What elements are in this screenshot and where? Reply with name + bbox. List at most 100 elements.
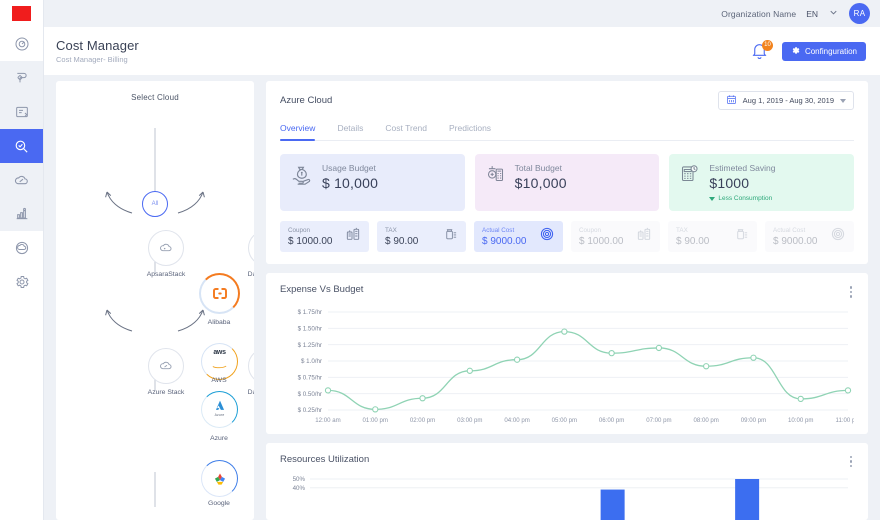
cloud-node-all-label: All bbox=[151, 201, 159, 207]
deploy-icon bbox=[14, 70, 30, 86]
expense-chart-title: Expense Vs Budget bbox=[280, 284, 364, 295]
kpi-total-budget[interactable]: Total Budget $10,000 bbox=[474, 154, 660, 211]
page-header-left: Cost Manager Cost Manager- Billing bbox=[56, 38, 139, 64]
cloud-name: Azure Cloud bbox=[280, 95, 333, 106]
chip-value: $ 9000.00 bbox=[773, 235, 818, 247]
svg-text:06:00 pm: 06:00 pm bbox=[599, 417, 624, 424]
sidebar-item-cost-manager[interactable] bbox=[0, 129, 43, 163]
settings-gear-icon bbox=[14, 274, 30, 290]
tax-icon bbox=[734, 226, 749, 247]
coupon-icon bbox=[345, 226, 361, 247]
cost-search-icon bbox=[13, 138, 30, 155]
chip-value: $ 90.00 bbox=[676, 235, 710, 247]
tab-details[interactable]: Details bbox=[337, 123, 363, 133]
svg-text:40%: 40% bbox=[293, 485, 306, 492]
chip-label: Actual Cost bbox=[773, 226, 806, 234]
language-selector[interactable]: EN bbox=[806, 9, 818, 19]
cloud-node-azurestack-label: Azure Stack bbox=[147, 389, 185, 396]
cloud-node-google-label: Google bbox=[208, 500, 230, 507]
kpi-cards: Usage Budget $ 10,000 Total Budget $10,0… bbox=[280, 154, 855, 211]
triangle-down-icon bbox=[709, 196, 716, 201]
cloud-node-azure-label: Azure bbox=[210, 435, 228, 442]
cloud-icon bbox=[13, 172, 30, 189]
expense-chart-plot: $ 0.25/hr $ 0.50/hr $ 0.75/hr $ 1.0/hr $ 1.2… bbox=[280, 306, 854, 426]
cloud-node-alibaba[interactable] bbox=[199, 273, 240, 314]
cloud-node-apsarastack[interactable] bbox=[148, 230, 184, 266]
cost-coin-icon bbox=[830, 226, 846, 247]
app-logo[interactable] bbox=[0, 0, 43, 27]
sidebar-item-dashboard[interactable] bbox=[0, 27, 43, 61]
kpi-label: Estimeted Saving bbox=[709, 163, 776, 173]
chevron-down-icon bbox=[840, 98, 846, 103]
kpi-estimated-saving[interactable]: Estimeted Saving $1000 Less Consumption bbox=[669, 154, 855, 211]
chip-value: $ 90.00 bbox=[385, 235, 419, 247]
configuration-button[interactable]: Confinguration bbox=[781, 41, 866, 61]
kpi-total-budget-text: Total Budget $10,000 bbox=[515, 163, 567, 191]
svg-text:09:00 pm: 09:00 pm bbox=[741, 417, 766, 424]
avatar[interactable]: RA bbox=[849, 3, 870, 24]
sidebar-item-cloud[interactable] bbox=[0, 163, 43, 197]
google-cloud-logo-icon bbox=[214, 472, 225, 485]
chip-coupon[interactable]: Coupon $ 1000.00 bbox=[280, 221, 369, 252]
svg-text:$ 1.50/hr: $ 1.50/hr bbox=[298, 325, 322, 332]
resources-chart-header: Resources Utilization bbox=[280, 454, 854, 470]
svg-text:50%: 50% bbox=[293, 476, 306, 483]
notifications-button[interactable]: 10 bbox=[750, 39, 773, 62]
kpi-value: $10,000 bbox=[514, 175, 567, 191]
svg-text:$ 0.25/hr: $ 0.25/hr bbox=[298, 407, 322, 414]
cloud-selector-panel: Select Cloud All ApsaraStack D Alibaba A… bbox=[56, 81, 254, 520]
page-header-right: 10 Confinguration bbox=[750, 39, 866, 62]
cloud-node-all[interactable]: All bbox=[142, 191, 168, 217]
chip-text: TAX $ 90.00 bbox=[676, 227, 709, 247]
resources-chart-title: Resources Utilization bbox=[280, 453, 370, 465]
logo-mark bbox=[12, 6, 31, 21]
overview-header: Azure Cloud Aug 1, 2019 - Aug 30, 2019 bbox=[280, 91, 854, 110]
cloud-node-aws[interactable]: aws bbox=[201, 343, 238, 380]
kebab-menu-icon[interactable] bbox=[848, 284, 855, 300]
cloud-node-datacenter-2-label: Data Center bbox=[247, 389, 254, 396]
chip-value: $ 1000.00 bbox=[288, 235, 333, 247]
cloud-node-azurestack[interactable] bbox=[148, 348, 184, 384]
calendar-icon bbox=[726, 94, 737, 107]
chip-text: TAX $ 90.00 bbox=[385, 227, 418, 247]
chip-text: Coupon $ 1000.00 bbox=[288, 227, 333, 247]
cloud-node-datacenter-1-label: Data Center bbox=[247, 271, 254, 278]
calculator-clock-icon bbox=[679, 163, 700, 189]
sidebar-item-backup[interactable] bbox=[0, 231, 43, 265]
expense-chart-header: Expense Vs Budget bbox=[280, 284, 854, 300]
kpi-usage-budget[interactable]: Usage Budget $ 10,000 bbox=[280, 154, 465, 211]
chip-actual-cost[interactable]: Actual Cost $ 9000.00 bbox=[474, 221, 563, 252]
chip-tax[interactable]: TAX $ 90.00 bbox=[377, 221, 466, 252]
left-nav-rail bbox=[0, 0, 44, 520]
kpi-label: Total Budget bbox=[514, 163, 562, 173]
app-root: Organization Name EN RA Cost Manager Cos… bbox=[0, 0, 880, 520]
sidebar-item-deploy[interactable] bbox=[0, 61, 43, 95]
sidebar-item-analytics[interactable] bbox=[0, 197, 43, 231]
organization-name: Organization Name bbox=[721, 8, 797, 19]
date-range-picker[interactable]: Aug 1, 2019 - Aug 30, 2019 bbox=[717, 91, 854, 110]
chip-label: Actual Cost bbox=[482, 226, 515, 234]
dashboard-icon bbox=[14, 36, 30, 52]
tab-predictions[interactable]: Predictions bbox=[449, 123, 491, 133]
cost-chips: Coupon $ 1000.00 TAX $ 90.00 Actual Cost… bbox=[280, 221, 854, 252]
chevron-down-icon[interactable] bbox=[828, 5, 839, 23]
kpi-label: Usage Budget bbox=[322, 163, 376, 173]
chip-text: Actual Cost $ 9000.00 bbox=[773, 227, 818, 247]
sidebar-item-settings[interactable] bbox=[0, 265, 43, 299]
sidebar-item-reports[interactable] bbox=[0, 95, 43, 129]
kebab-menu-icon[interactable] bbox=[848, 454, 855, 470]
tab-overview[interactable]: Overview bbox=[280, 123, 316, 141]
cloud-node-apsarastack-label: ApsaraStack bbox=[146, 271, 186, 278]
calculator-icon bbox=[485, 163, 506, 189]
cloud-node-google[interactable] bbox=[201, 460, 238, 497]
svg-text:04:00 pm: 04:00 pm bbox=[504, 417, 529, 424]
cloud-node-azure[interactable]: Azure bbox=[201, 391, 238, 428]
tab-cost-trend[interactable]: Cost Trend bbox=[385, 123, 427, 133]
svg-text:03:00 pm: 03:00 pm bbox=[457, 417, 482, 424]
kpi-subtext: Less Consumption bbox=[718, 195, 773, 202]
backup-cloud-icon bbox=[14, 240, 30, 256]
aws-logo-icon: aws bbox=[212, 349, 227, 374]
chip-text: Actual Cost $ 9000.00 bbox=[482, 227, 527, 247]
svg-text:$ 1.0/hr: $ 1.0/hr bbox=[301, 358, 322, 365]
alibaba-logo-icon bbox=[212, 288, 227, 299]
